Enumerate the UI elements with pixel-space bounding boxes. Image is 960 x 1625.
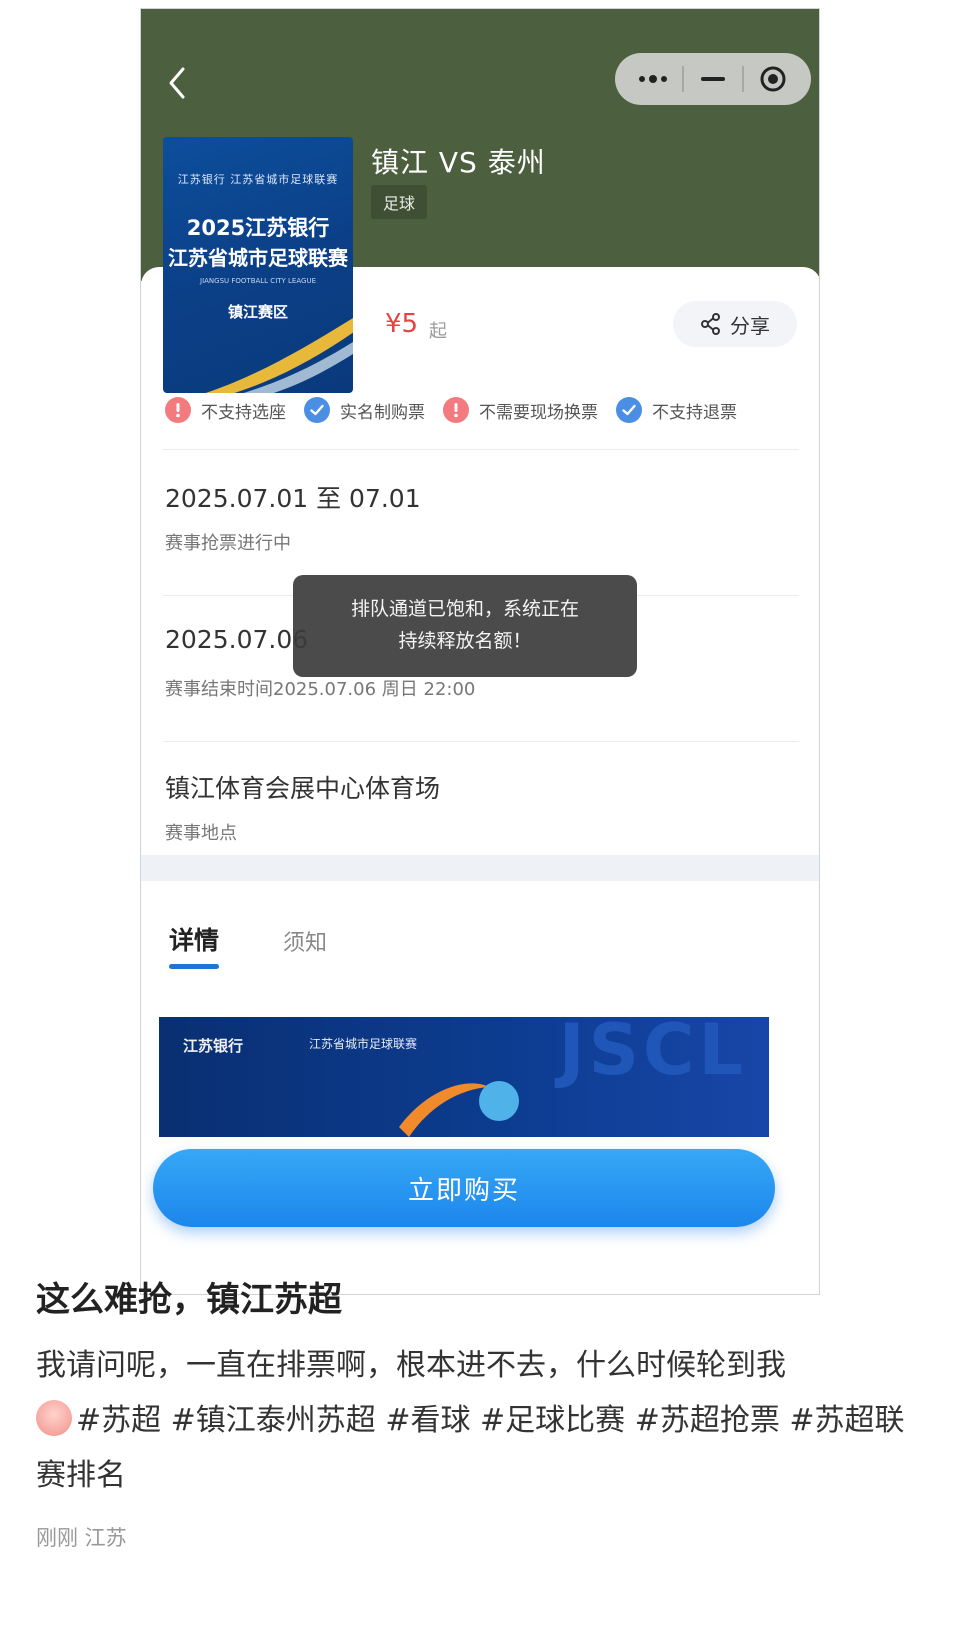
price: ¥5 bbox=[385, 309, 419, 339]
close-miniprogram-button[interactable] bbox=[753, 59, 793, 99]
capsule-separator bbox=[741, 66, 744, 92]
event-banner-image: 江苏银行 江苏省城市足球联赛 JSCL bbox=[159, 1017, 769, 1137]
minus-icon bbox=[700, 77, 725, 81]
feature-label: 不支持选座 bbox=[201, 402, 286, 423]
feature-item: 实名制购票 bbox=[304, 397, 425, 423]
check-icon bbox=[304, 397, 330, 423]
more-button[interactable] bbox=[633, 59, 673, 99]
banner-big-text: JSCL bbox=[558, 1017, 747, 1091]
feature-item: 不支持选座 bbox=[165, 397, 286, 423]
feature-label: 实名制购票 bbox=[340, 402, 425, 423]
banner-bank-logo: 江苏银行 bbox=[183, 1037, 244, 1055]
minimize-button[interactable] bbox=[693, 59, 733, 99]
chevron-left-icon bbox=[169, 67, 185, 99]
crying-face-emoji-icon bbox=[36, 1400, 72, 1436]
feature-label: 不支持退票 bbox=[652, 402, 737, 423]
banner-league-logo: 江苏省城市足球联赛 bbox=[309, 1037, 418, 1051]
divider bbox=[163, 449, 799, 450]
warning-icon bbox=[443, 397, 469, 423]
event-date: 2025.07.06 bbox=[165, 625, 309, 654]
toast-line1: 排队通道已饱和，系统正在 bbox=[350, 598, 579, 620]
buy-now-button[interactable]: 立即购买 bbox=[153, 1149, 775, 1227]
venue-name[interactable]: 镇江体育会展中心体育场 bbox=[165, 769, 440, 805]
event-poster: 江苏银行 江苏省城市足球联赛 2025江苏银行 江苏省城市足球联赛 JIANGS… bbox=[163, 137, 353, 393]
share-icon bbox=[701, 313, 720, 335]
post-body: 我请问呢，一直在排票啊，根本进不去，什么时候轮到我 #苏超 #镇江泰州苏超 #看… bbox=[36, 1338, 916, 1503]
ticket-features: 不支持选座 实名制购票 不需要现场换票 不支持退票 bbox=[165, 397, 755, 423]
miniprogram-capsule bbox=[615, 53, 811, 105]
toast-line2: 持续释放名额！ bbox=[398, 630, 532, 652]
poster-swoosh-graphic bbox=[205, 317, 353, 393]
tab-notice[interactable]: 须知 bbox=[283, 925, 327, 957]
tab-active-indicator bbox=[169, 964, 219, 969]
warning-icon bbox=[165, 397, 191, 423]
feature-item: 不支持退票 bbox=[616, 397, 737, 423]
poster-title-line1: 2025江苏银行 bbox=[186, 216, 330, 240]
share-label: 分享 bbox=[730, 313, 770, 338]
back-button[interactable] bbox=[159, 61, 199, 105]
event-title: 镇江 VS 泰州 bbox=[371, 146, 546, 179]
poster-english-line: JIANGSU FOOTBALL CITY LEAGUE bbox=[200, 277, 316, 285]
tab-details[interactable]: 详情 bbox=[169, 921, 219, 957]
post-hashtags[interactable]: #苏超 #镇江泰州苏超 #看球 #足球比赛 #苏超抢票 #苏超联赛排名 bbox=[36, 1403, 905, 1493]
event-end-time: 赛事结束时间2025.07.06 周日 22:00 bbox=[165, 679, 476, 700]
feature-item: 不需要现场换票 bbox=[443, 397, 598, 423]
section-spacer bbox=[141, 855, 819, 881]
price-suffix: 起 bbox=[429, 321, 447, 342]
more-dots-icon bbox=[639, 75, 668, 83]
banner-graphic bbox=[399, 1081, 519, 1137]
sport-tag: 足球 bbox=[371, 185, 428, 219]
post-meta: 刚刚 江苏 bbox=[36, 1526, 127, 1550]
poster-title-line2: 江苏省城市足球联赛 bbox=[168, 246, 348, 270]
queue-toast: 排队通道已饱和，系统正在 持续释放名额！ bbox=[293, 575, 637, 677]
sale-status: 赛事抢票进行中 bbox=[165, 533, 291, 554]
post-title: 这么难抢，镇江苏超 bbox=[36, 1280, 342, 1320]
share-button[interactable]: 分享 bbox=[673, 301, 797, 347]
divider bbox=[163, 741, 799, 742]
capsule-separator bbox=[682, 66, 685, 92]
app-screenshot: 江苏银行 江苏省城市足球联赛 2025江苏银行 江苏省城市足球联赛 JIANGS… bbox=[140, 8, 820, 1295]
target-close-icon bbox=[760, 66, 786, 92]
post-text: 我请问呢，一直在排票啊，根本进不去，什么时候轮到我 bbox=[36, 1348, 786, 1383]
venue-label: 赛事地点 bbox=[165, 823, 237, 844]
check-icon bbox=[616, 397, 642, 423]
poster-logos: 江苏银行 江苏省城市足球联赛 bbox=[177, 173, 339, 186]
sale-period: 2025.07.01 至 07.01 bbox=[165, 484, 421, 513]
feature-label: 不需要现场换票 bbox=[479, 402, 598, 423]
